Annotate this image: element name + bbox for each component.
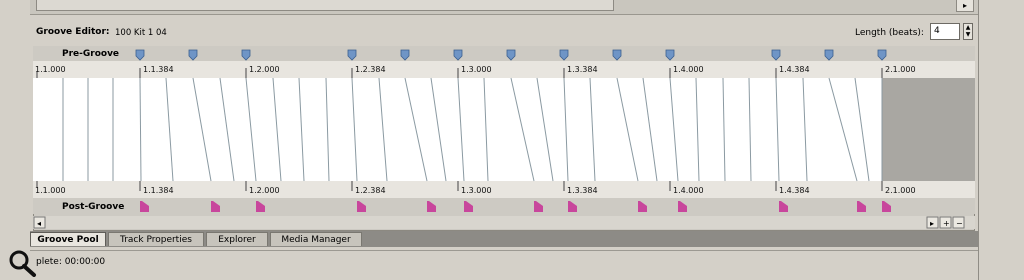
horizontal-scrollbar-top[interactable] xyxy=(36,0,614,11)
ruler-label-top: 1.2.000 xyxy=(249,65,280,74)
post-groove-row xyxy=(33,198,975,214)
tab-groove-pool[interactable]: Groove Pool xyxy=(30,232,106,246)
right-side-panel xyxy=(978,0,1024,280)
scroll-right-icon: ▸ xyxy=(930,219,934,228)
ruler-label-top: 1.2.384 xyxy=(355,65,386,74)
editor-title: Groove Editor: xyxy=(36,27,110,37)
minus-icon: − xyxy=(956,219,963,228)
outside-length-shading xyxy=(882,78,975,181)
ruler-label-bottom: 1.1.000 xyxy=(35,186,66,195)
ruler-label-bottom: 2.1.000 xyxy=(885,186,916,195)
groove-visualization: ◂ ▸ + − xyxy=(33,46,975,229)
ruler-label-bottom: 1.2.384 xyxy=(355,186,386,195)
status-text: plete: 00:00:00 xyxy=(36,257,106,267)
horizontal-scrollbar-bottom[interactable] xyxy=(33,216,975,229)
tab-media-manager[interactable]: Media Manager xyxy=(270,232,362,246)
magnifier-icon xyxy=(9,250,36,277)
ruler-label-top: 1.3.384 xyxy=(567,65,598,74)
ruler-label-top: 2.1.000 xyxy=(885,65,916,74)
scroll-right-arrow-top[interactable]: ▸ xyxy=(956,0,974,12)
pre-groove-row xyxy=(33,46,975,61)
ruler-label-top: 1.1.000 xyxy=(35,65,66,74)
ruler-label-bottom: 1.2.000 xyxy=(249,186,280,195)
ruler-label-top: 1.3.000 xyxy=(461,65,492,74)
tab-track-properties[interactable]: Track Properties xyxy=(108,232,204,246)
ruler-label-top: 1.1.384 xyxy=(143,65,174,74)
ruler-label-bottom: 1.4.000 xyxy=(673,186,704,195)
length-input[interactable]: 4 xyxy=(930,23,960,40)
ruler-label-bottom: 1.3.384 xyxy=(567,186,598,195)
length-label: Length (beats): xyxy=(855,28,924,38)
groove-grid-area[interactable] xyxy=(33,78,882,181)
scroll-left-icon: ◂ xyxy=(37,219,41,228)
top-ruler xyxy=(33,61,975,78)
post-groove-label: Post-Groove xyxy=(62,202,125,212)
plus-icon: + xyxy=(943,219,950,228)
ruler-label-bottom: 1.4.384 xyxy=(779,186,810,195)
clip-name: 100 Kit 1 04 xyxy=(115,28,167,38)
bottom-ruler xyxy=(33,181,975,198)
pre-groove-label: Pre-Groove xyxy=(62,49,120,59)
status-bar xyxy=(30,250,978,277)
ruler-label-bottom: 1.1.384 xyxy=(143,186,174,195)
ruler-label-bottom: 1.3.000 xyxy=(461,186,492,195)
ruler-label-top: 1.4.384 xyxy=(779,65,810,74)
length-spinner[interactable]: ▲ ▼ xyxy=(963,23,973,40)
ruler-label-top: 1.4.000 xyxy=(673,65,704,74)
tab-explorer[interactable]: Explorer xyxy=(206,232,268,246)
